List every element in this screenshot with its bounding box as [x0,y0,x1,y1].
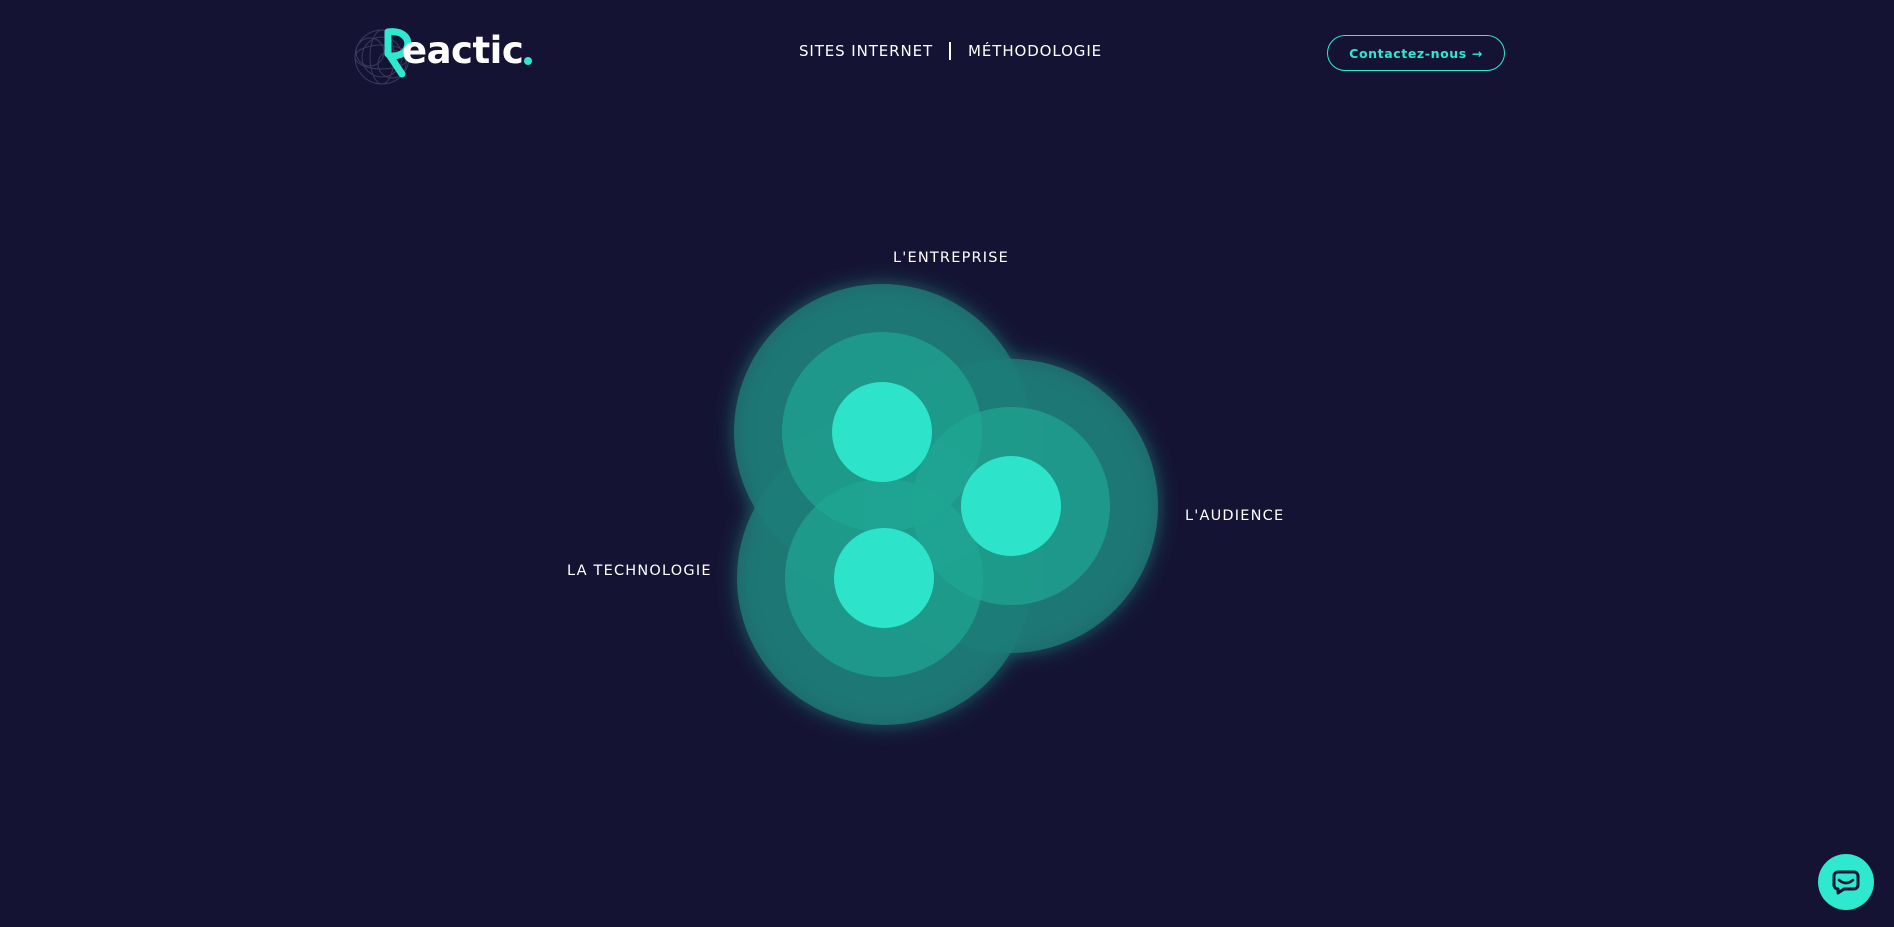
reactic-logo[interactable]: eactic [350,24,535,86]
chat-launcher-button[interactable] [1818,854,1874,910]
technologie-core [834,528,934,628]
nav-divider [949,42,952,60]
label-entreprise: L'ENTREPRISE [893,250,1010,266]
audience-middle-ring [912,407,1110,605]
logo-dot [524,57,532,65]
nav-sites-internet[interactable]: SITES INTERNET [799,42,933,60]
label-audience: L'AUDIENCE [1185,508,1285,524]
label-technologie: LA TECHNOLOGIE [567,563,712,579]
audience-core [961,456,1061,556]
audience-outer-ring [864,359,1158,653]
technologie-outer-ring [737,431,1031,725]
venn-diagram [734,284,1158,725]
contact-button[interactable]: Contactez-nous → [1327,35,1505,71]
entreprise-core [832,382,932,482]
nav-methodologie[interactable]: MÉTHODOLOGIE [968,42,1102,60]
logo-wordmark: eactic [402,29,524,72]
main-nav: SITES INTERNET MÉTHODOLOGIE [799,41,1102,61]
entreprise-outer-ring [734,284,1030,580]
chat-bubble-icon [1832,870,1860,895]
page: eactic SITES INTERNET MÉTHODOLOGIE Conta… [0,0,1894,927]
technologie-middle-ring [785,479,983,677]
entreprise-middle-ring [782,332,982,532]
